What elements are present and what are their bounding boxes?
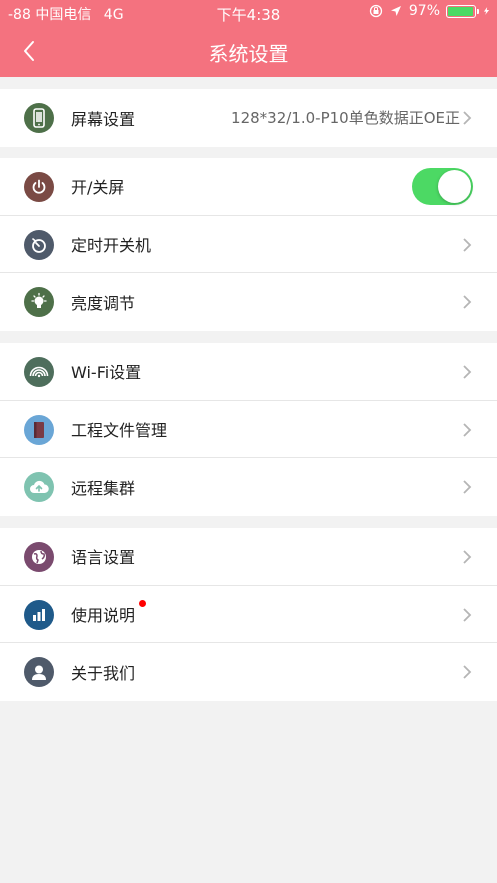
chevron-right-icon: [463, 665, 472, 679]
row-project-files[interactable]: 工程文件管理: [0, 401, 497, 458]
chevron-right-icon: [463, 111, 472, 125]
row-timer-power[interactable]: 定时开关机: [0, 216, 497, 273]
status-right: 97%: [369, 3, 491, 19]
battery-fill: [448, 6, 474, 16]
chevron-right-icon: [463, 237, 472, 252]
header: -88 中国电信 4G 下午4:38 97% 系统设置: [0, 0, 497, 77]
notification-dot: [139, 599, 146, 607]
settings-group-power: 开/关屏 定时开关机 亮度调节: [0, 158, 497, 331]
chevron-right-icon: [463, 607, 472, 622]
settings-group-display: 屏幕设置 128*32/1.0-P10单色数据正OE正: [0, 89, 497, 147]
charging-bolt-icon: [483, 7, 490, 15]
screen-power-label: 开/关屏: [71, 178, 125, 198]
navigation-bar: 系统设置: [0, 26, 497, 77]
row-screen-settings[interactable]: 屏幕设置 128*32/1.0-P10单色数据正OE正: [0, 89, 497, 147]
timer-icon: [24, 229, 54, 260]
phone-screen-icon: [24, 103, 54, 133]
row-about-us[interactable]: 关于我们: [0, 643, 497, 701]
globe-icon: [24, 542, 54, 572]
language-settings-label: 语言设置: [71, 548, 136, 568]
rotation-lock-icon: [369, 4, 383, 18]
brightness-label: 亮度调节: [71, 293, 136, 313]
wifi-settings-label: Wi-Fi设置: [71, 363, 142, 383]
location-arrow-icon: [390, 6, 401, 16]
chevron-right-icon: [463, 480, 472, 494]
project-files-label: 工程文件管理: [71, 420, 168, 440]
chevron-right-icon: [463, 295, 472, 309]
cloud-upload-icon: [24, 472, 54, 502]
settings-group-network: Wi-Fi设置 工程文件管理 远程集群: [0, 343, 497, 516]
row-brightness[interactable]: 亮度调节: [0, 273, 497, 331]
battery-percent: 97%: [408, 3, 440, 19]
row-user-guide[interactable]: 使用说明: [0, 586, 497, 643]
about-us-label: 关于我们: [71, 663, 136, 683]
user-guide-label: 使用说明: [71, 605, 136, 625]
screen-settings-value: 128*32/1.0-P10单色数据正OE正: [231, 109, 460, 128]
timer-power-label: 定时开关机: [71, 235, 152, 255]
bulb-icon: [24, 287, 54, 317]
row-wifi-settings[interactable]: Wi-Fi设置: [0, 343, 497, 401]
wifi-icon: [24, 357, 54, 387]
remote-cluster-label: 远程集群: [71, 478, 136, 498]
chevron-right-icon: [463, 550, 472, 564]
status-bar: -88 中国电信 4G 下午4:38 97%: [0, 0, 497, 26]
chevron-right-icon: [463, 365, 472, 379]
user-icon: [24, 657, 54, 687]
chart-icon: [24, 599, 54, 630]
screen-power-toggle[interactable]: [412, 168, 473, 205]
chevron-right-icon: [463, 422, 472, 437]
toggle-knob: [438, 170, 471, 203]
battery-icon: [446, 4, 479, 18]
screen-settings-label: 屏幕设置: [71, 109, 136, 129]
power-icon: [24, 172, 54, 202]
row-language-settings[interactable]: 语言设置: [0, 528, 497, 586]
settings-group-about: 语言设置 使用说明 关于我们: [0, 528, 497, 701]
row-remote-cluster[interactable]: 远程集群: [0, 458, 497, 516]
page-title: 系统设置: [208, 42, 289, 66]
row-screen-power: 开/关屏: [0, 158, 497, 216]
book-icon: [24, 414, 54, 445]
